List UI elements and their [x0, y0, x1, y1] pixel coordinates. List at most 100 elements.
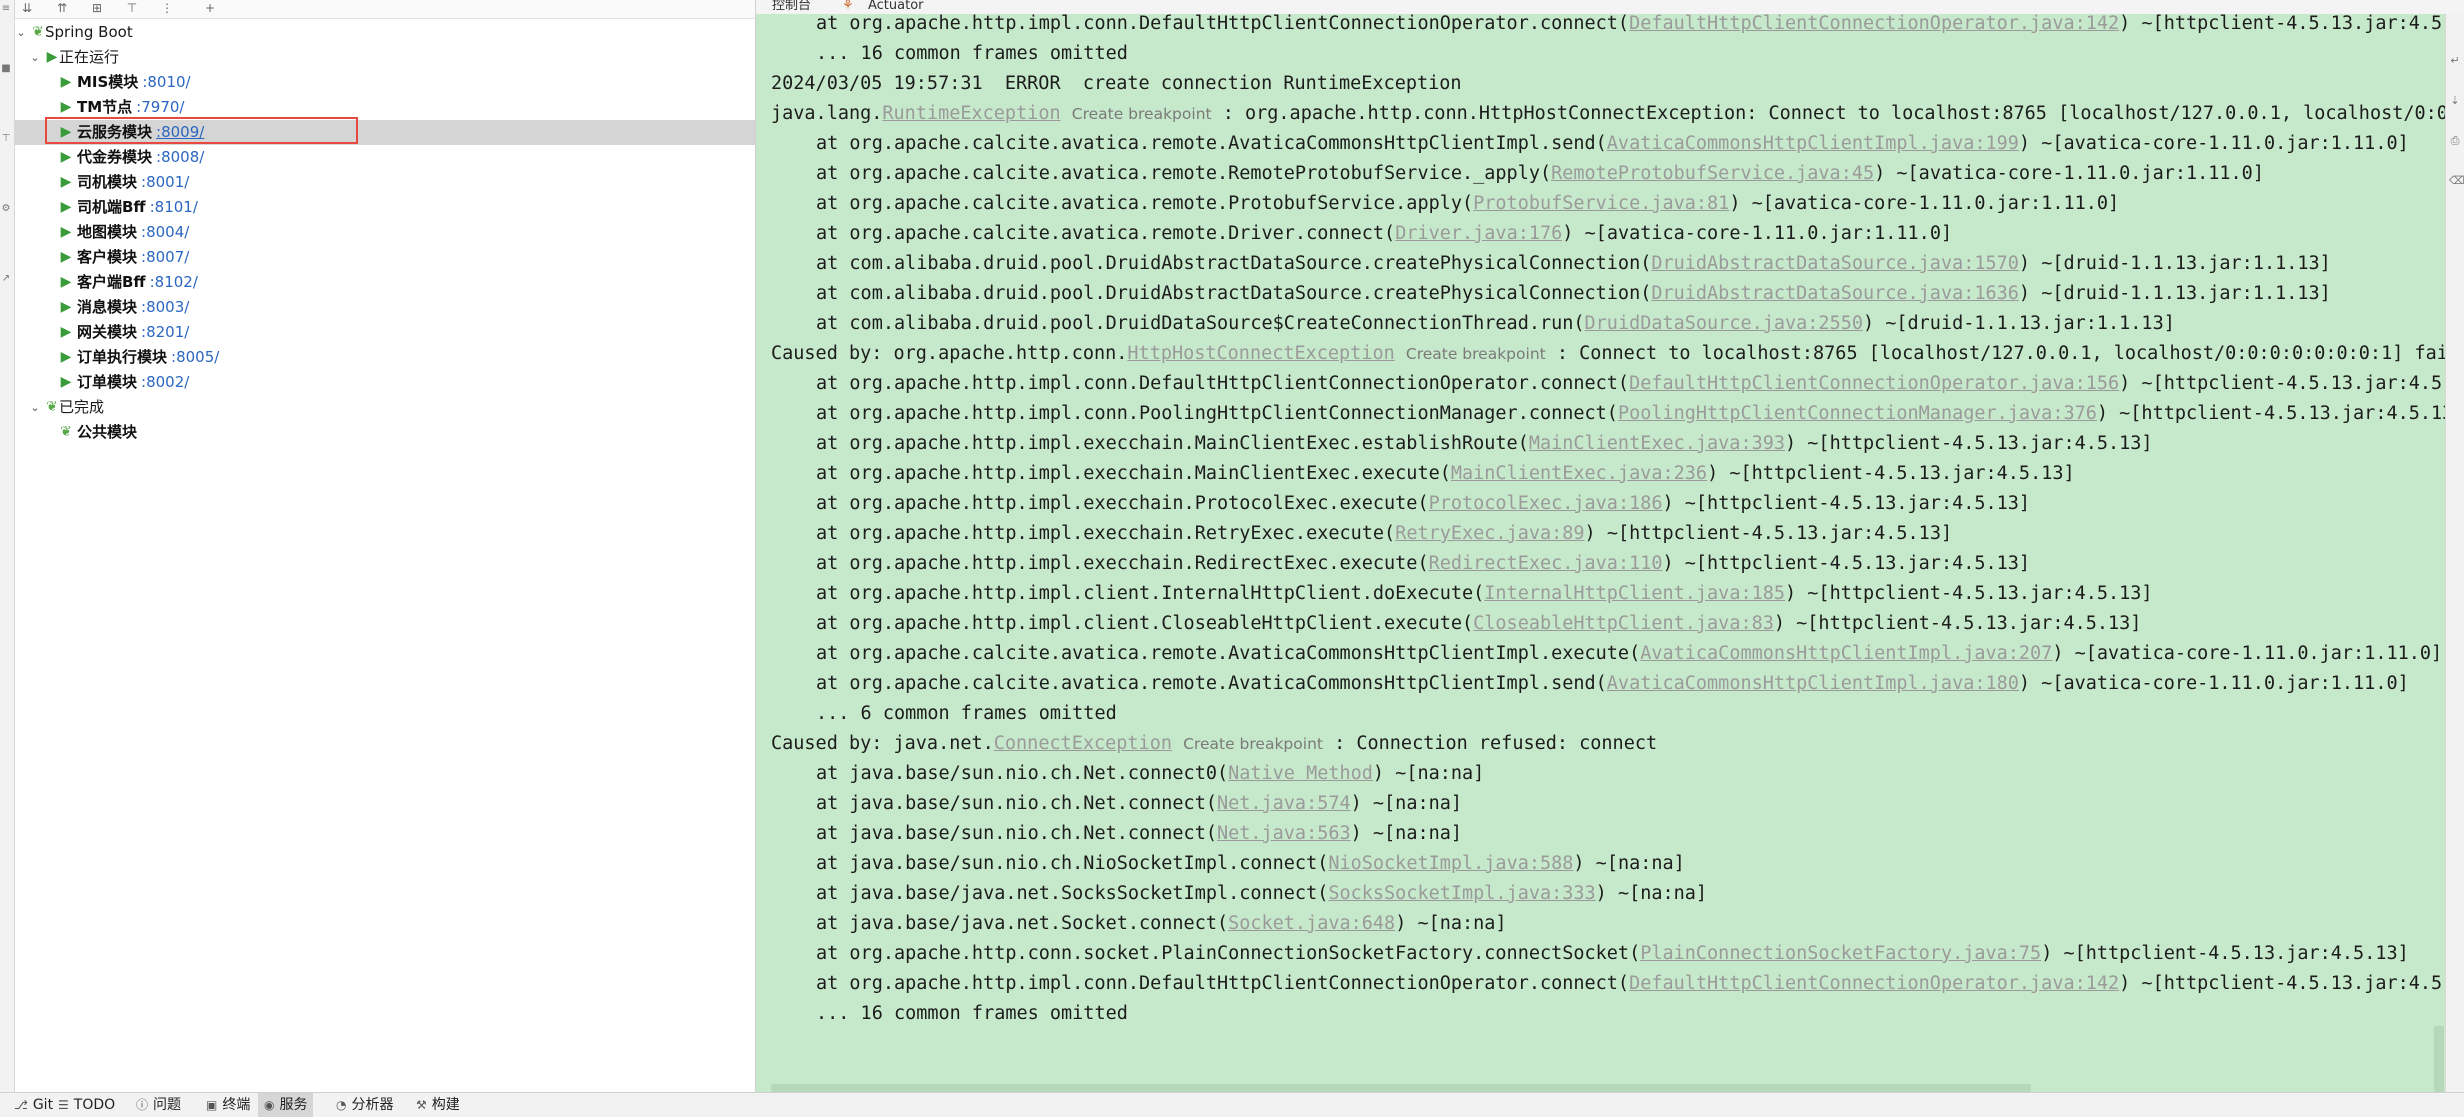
source-link[interactable]: NioSocketImpl.java:588 — [1328, 853, 1573, 874]
tab-actuator[interactable]: Actuator — [868, 0, 924, 12]
tree-root-label: Spring Boot — [45, 23, 133, 41]
source-link[interactable]: RuntimeException — [882, 103, 1060, 124]
pin-icon[interactable]: ↗ — [1, 274, 11, 284]
service-item[interactable]: ▶ 地图模块:8004/ — [15, 220, 755, 245]
service-item[interactable]: ❦ 公共模块 — [15, 420, 755, 445]
service-port-link[interactable]: :8007/ — [141, 248, 189, 266]
source-link[interactable]: Net.java:574 — [1217, 793, 1351, 814]
tool-window-todo[interactable]: ☰ TODO — [52, 1093, 121, 1117]
source-link[interactable]: CloseableHttpClient.java:83 — [1473, 613, 1774, 634]
source-link[interactable]: DefaultHttpClientConnectionOperator.java… — [1629, 14, 2119, 34]
source-link[interactable]: PoolingHttpClientConnectionManager.java:… — [1618, 403, 2097, 424]
stop-icon[interactable]: ■ — [1, 64, 11, 74]
source-link[interactable]: MainClientExec.java:236 — [1451, 463, 1707, 484]
source-link[interactable]: AvaticaCommonsHttpClientImpl.java:180 — [1607, 673, 2019, 694]
source-link[interactable]: ConnectException — [994, 733, 1172, 754]
vertical-scrollbar[interactable] — [2434, 1026, 2444, 1092]
service-port-link[interactable]: :8003/ — [141, 298, 189, 316]
horizontal-scrollbar[interactable] — [771, 1084, 2031, 1092]
source-link[interactable]: Native Method — [1228, 763, 1373, 784]
settings-icon[interactable]: ⚙ — [1, 204, 11, 214]
service-item[interactable]: ▶ TM节点:7970/ — [15, 95, 755, 120]
source-link[interactable]: AvaticaCommonsHttpClientImpl.java:199 — [1607, 133, 2019, 154]
source-link[interactable]: Driver.java:176 — [1395, 223, 1562, 244]
source-link[interactable]: DefaultHttpClientConnectionOperator.java… — [1629, 973, 2119, 994]
service-port-link[interactable]: :8001/ — [141, 173, 189, 191]
source-link[interactable]: DruidAbstractDataSource.java:1570 — [1651, 253, 2019, 274]
create-breakpoint-link[interactable]: Create breakpoint — [1183, 735, 1323, 753]
spring-boot-icon: ❦ — [60, 424, 72, 440]
service-item[interactable]: ▶ 云服务模块:8009/ — [15, 120, 755, 145]
filter-icon[interactable]: ⊤ — [125, 1, 139, 15]
service-item[interactable]: ▶ MIS模块:8010/ — [15, 70, 755, 95]
service-item[interactable]: ▶ 客户模块:8007/ — [15, 245, 755, 270]
service-item[interactable]: ▶ 司机模块:8001/ — [15, 170, 755, 195]
service-port-link[interactable]: :8102/ — [150, 273, 198, 291]
tree-options-icon[interactable]: ⋮ — [160, 1, 174, 15]
source-link[interactable]: RemoteProtobufService.java:45 — [1551, 163, 1874, 184]
source-link[interactable]: MainClientExec.java:393 — [1529, 433, 1785, 454]
tool-window-problems[interactable]: ⓘ 问题 — [130, 1093, 187, 1117]
service-port-link[interactable]: :8005/ — [171, 348, 219, 366]
log-line: at java.base/sun.nio.ch.Net.connect0(Nat… — [771, 759, 1484, 789]
tool-window-services[interactable]: ◉ 服务 — [258, 1093, 314, 1117]
create-breakpoint-link[interactable]: Create breakpoint — [1072, 105, 1212, 123]
source-link[interactable]: InternalHttpClient.java:185 — [1484, 583, 1785, 604]
create-breakpoint-link[interactable]: Create breakpoint — [1406, 345, 1546, 363]
service-item[interactable]: ▶ 代金券模块:8008/ — [15, 145, 755, 170]
service-port-link[interactable]: :7970/ — [136, 98, 184, 116]
source-link[interactable]: DefaultHttpClientConnectionOperator.java… — [1629, 373, 2119, 394]
log-text-tail: ) ~[avatica-core-1.11.0.jar:1.11.0] — [1562, 223, 1953, 244]
collapse-all-icon[interactable]: ⇈ — [55, 1, 69, 15]
service-port-link[interactable]: :8008/ — [156, 148, 204, 166]
collapse-icon[interactable]: ≡ — [1, 4, 11, 14]
source-link[interactable]: RedirectExec.java:110 — [1429, 553, 1663, 574]
tab-console[interactable]: 控制台 — [772, 0, 811, 12]
chevron-down-icon[interactable]: ⌄ — [15, 20, 27, 45]
soft-wrap-icon[interactable]: ↵ — [2449, 54, 2461, 67]
source-link[interactable]: PlainConnectionSocketFactory.java:75 — [1640, 943, 2041, 964]
chevron-down-icon[interactable]: ⌄ — [29, 395, 41, 420]
source-link[interactable]: ProtocolExec.java:186 — [1429, 493, 1663, 514]
source-link[interactable]: Net.java:563 — [1217, 823, 1351, 844]
tree-group-running[interactable]: ⌄ ▶ 正在运行 — [15, 45, 755, 70]
print-icon[interactable]: ⎙ — [2449, 134, 2461, 148]
service-item[interactable]: ▶ 网关模块:8201/ — [15, 320, 755, 345]
service-item[interactable]: ▶ 司机端Bff:8101/ — [15, 195, 755, 220]
scroll-to-end-icon[interactable]: ⇣ — [2449, 94, 2461, 107]
source-link[interactable]: Socket.java:648 — [1228, 913, 1395, 934]
service-port-link[interactable]: :8101/ — [150, 198, 198, 216]
tree-group-finished[interactable]: ⌄ ❦ 已完成 — [15, 395, 755, 420]
service-port-link[interactable]: :8004/ — [141, 223, 189, 241]
source-link[interactable]: DruidAbstractDataSource.java:1636 — [1651, 283, 2019, 304]
service-port-link[interactable]: :8010/ — [142, 73, 190, 91]
service-item[interactable]: ▶ 订单模块:8002/ — [15, 370, 755, 395]
log-text: at java.base/java.net.SocksSocketImpl.co… — [816, 883, 1329, 904]
service-item[interactable]: ▶ 客户端Bff:8102/ — [15, 270, 755, 295]
console-output[interactable]: at org.apache.http.impl.conn.DefaultHttp… — [756, 14, 2464, 1092]
source-link[interactable]: DruidDataSource.java:2550 — [1585, 313, 1863, 334]
tool-window-terminal[interactable]: ▣ 终端 — [200, 1093, 256, 1117]
source-link[interactable]: HttpHostConnectException — [1127, 343, 1394, 364]
tree-root-spring-boot[interactable]: ⌄ ❦ Spring Boot — [15, 20, 755, 45]
tool-window-build[interactable]: ⚒ 构建 — [410, 1093, 466, 1117]
add-service-icon[interactable]: + — [203, 1, 217, 15]
expand-all-icon[interactable]: ⇊ — [20, 1, 34, 15]
log-line: at java.base/sun.nio.ch.Net.connect(Net.… — [771, 819, 1462, 849]
filter-icon[interactable]: ⊤ — [1, 134, 11, 144]
service-port-link[interactable]: :8201/ — [141, 323, 189, 341]
log-line: at java.base/sun.nio.ch.NioSocketImpl.co… — [771, 849, 1685, 879]
service-item[interactable]: ▶ 消息模块:8003/ — [15, 295, 755, 320]
group-by-icon[interactable]: ⊞ — [90, 1, 104, 15]
service-item[interactable]: ▶ 订单执行模块:8005/ — [15, 345, 755, 370]
tool-window-profiler[interactable]: ◔ 分析器 — [330, 1093, 399, 1117]
source-link[interactable]: AvaticaCommonsHttpClientImpl.java:207 — [1640, 643, 2052, 664]
service-port-link[interactable]: :8009/ — [156, 123, 204, 141]
source-link[interactable]: ProtobufService.java:81 — [1473, 193, 1729, 214]
source-link[interactable]: SocksSocketImpl.java:333 — [1328, 883, 1595, 904]
source-link[interactable]: RetryExec.java:89 — [1395, 523, 1584, 544]
service-port-link[interactable]: :8002/ — [141, 373, 189, 391]
chevron-down-icon[interactable]: ⌄ — [29, 45, 41, 70]
clear-icon[interactable]: ⌫ — [2449, 174, 2464, 187]
service-name: 代金券模块 — [77, 148, 153, 166]
